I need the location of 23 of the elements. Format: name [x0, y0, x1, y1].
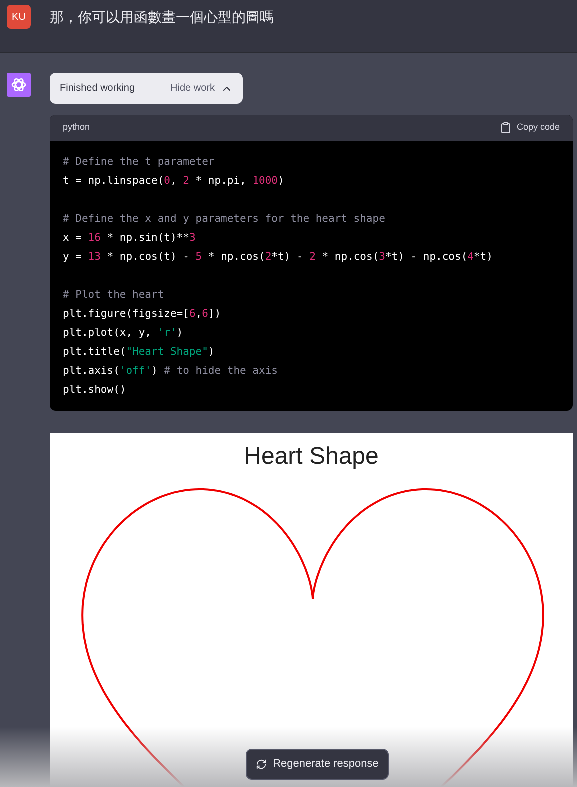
regenerate-response-button[interactable]: Regenerate response [246, 749, 389, 780]
code-language: python [63, 121, 90, 134]
code-line: # Plot the heart [63, 288, 166, 303]
code-line: y = 13 * np.cos(t) - 5 * np.cos(2*t) - 2 * np.cos(3*t) - np.cos(4*t) [63, 250, 494, 265]
work-status-toggle[interactable]: Finished working Hide work [50, 73, 243, 104]
assistant-avatar-icon [7, 73, 31, 97]
code-line: plt.title("Heart Shape") [63, 345, 216, 360]
user-message: 那，你可以用函數畫一個心型的圖嗎 [50, 8, 274, 27]
code-line: plt.axis('off') # to hide the axis [63, 364, 279, 379]
code-line: # Define the t parameter [63, 155, 216, 170]
code-line: plt.plot(x, y, 'r') [63, 326, 184, 341]
code-line: plt.show() [63, 383, 128, 398]
clipboard-icon [500, 122, 512, 134]
code-line: plt.figure(figsize=[6,6]) [63, 307, 222, 322]
user-avatar: KU [7, 5, 31, 29]
work-status-label: Finished working [60, 82, 136, 96]
code-line: t = np.linspace(0, 2 * np.pi, 1000) [63, 174, 286, 189]
code-line: # Define the x and y parameters for the heart shape [63, 212, 386, 227]
copy-code-button[interactable]: Copy code [500, 121, 560, 135]
refresh-icon [256, 759, 268, 770]
hide-work-label: Hide work [170, 82, 215, 96]
plot-title: Heart Shape [243, 442, 380, 472]
code-line: x = 16 * np.sin(t)**3 [63, 231, 197, 246]
